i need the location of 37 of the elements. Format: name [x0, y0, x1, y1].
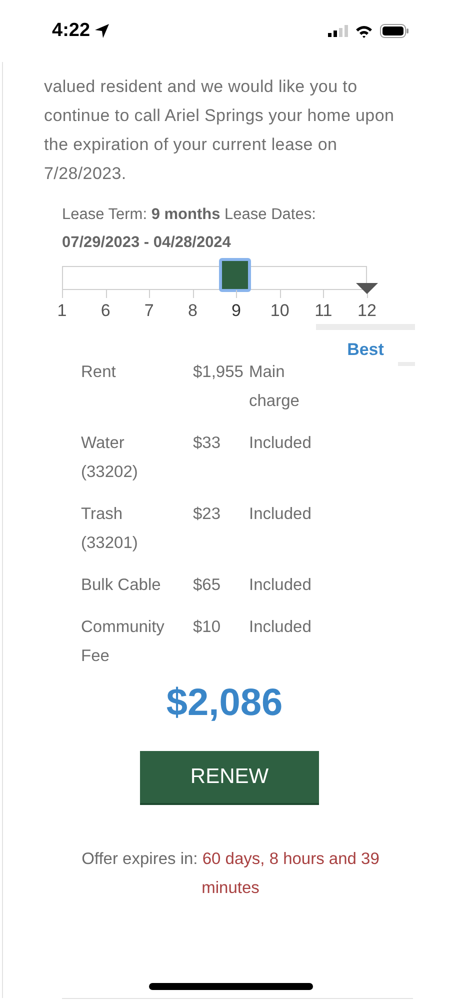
intro-paragraph: valued resident and we would like you to continue to call Ariel Springs your home upon the expiration of your current lease on 7/28/2023.: [44, 76, 396, 185]
charge-note: Included: [249, 575, 312, 596]
slider-stop-label[interactable]: 6: [90, 298, 121, 324]
signal-icon: [328, 25, 348, 37]
charge-amount: $10: [193, 617, 222, 638]
lease-term-text: Lease Term: 9 months Lease Dates:: [62, 205, 317, 225]
charge-name: Bulk Cable: [81, 575, 162, 596]
slider-stop-label[interactable]: 7: [134, 298, 164, 324]
status-time: 4:22: [52, 18, 90, 43]
charge-note: Included: [249, 433, 312, 454]
wifi-icon: [355, 24, 373, 38]
slider[interactable]: [62, 258, 367, 292]
charge-note: Included: [249, 504, 312, 525]
offer-expiry-text: Offer expires in: 60 days, 8 hours and 39 minutes: [80, 849, 380, 899]
charge-note: Included: [249, 617, 312, 638]
charge-amount: $65: [193, 575, 222, 596]
slider-stop-label[interactable]: 1: [47, 298, 77, 324]
lease-dates: 07/29/2023 - 04/28/2024: [62, 233, 232, 253]
slider-stop-label[interactable]: 8: [178, 298, 208, 324]
charge-note: Main charge: [249, 362, 300, 412]
location-arrow-icon: [94, 23, 110, 39]
charge-amount: $33: [193, 433, 222, 454]
slider-stop-label[interactable]: 10: [264, 298, 295, 324]
charge-amount: $23: [193, 504, 222, 525]
slider-thumb[interactable]: [219, 258, 252, 292]
charge-name: Trash (33201): [81, 504, 139, 554]
slider-stop-label[interactable]: 9: [221, 298, 252, 324]
charge-name: Community Fee: [81, 617, 166, 667]
charge-amount: $1,955: [193, 362, 244, 383]
total-price: $2,086: [166, 681, 283, 726]
slider-stop-label[interactable]: 11: [308, 298, 338, 324]
best-value-label: Best: [347, 339, 384, 361]
battery-icon: [380, 24, 409, 38]
charge-name: Rent: [81, 362, 117, 383]
slider-stop-label[interactable]: 12: [352, 298, 382, 324]
renew-button[interactable]: RENEW: [140, 751, 319, 805]
charge-name: Water (33202): [81, 433, 139, 483]
